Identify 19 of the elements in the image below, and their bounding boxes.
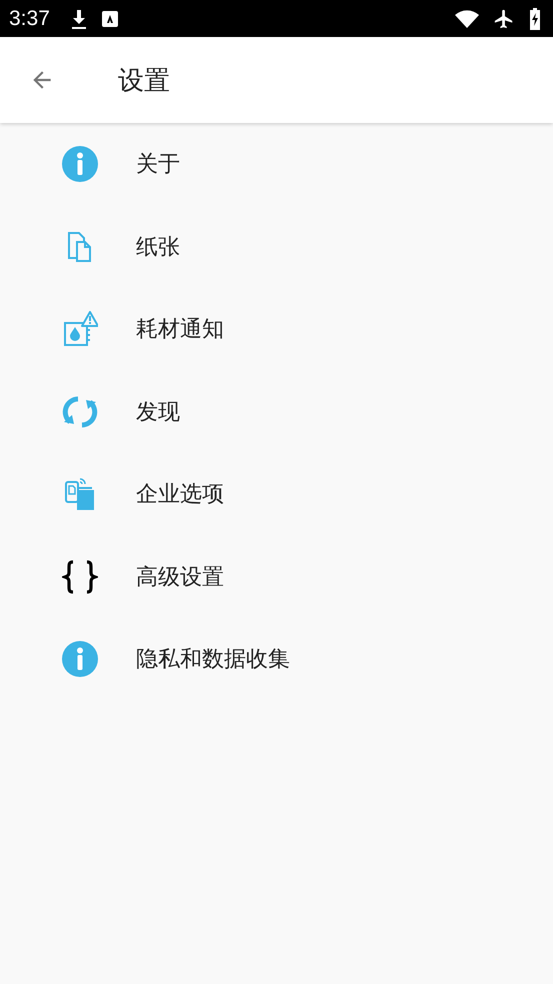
refresh-icon: [62, 394, 98, 430]
download-icon: [70, 8, 88, 30]
settings-item[interactable]: 发现: [0, 370, 553, 453]
settings-item[interactable]: 纸张: [0, 206, 553, 288]
info-icon: [62, 641, 98, 678]
settings-item[interactable]: 隐私和数据收集: [0, 618, 553, 700]
battery-icon: [529, 8, 541, 30]
braces-icon: [62, 558, 98, 595]
status-time: 3:37: [9, 6, 50, 30]
wifi-icon: [455, 10, 479, 28]
settings-item[interactable]: 高级设置: [0, 536, 553, 618]
settings-item[interactable]: 企业选项: [0, 453, 553, 536]
settings-item[interactable]: 关于: [0, 123, 553, 206]
settings-item[interactable]: 耗材通知: [0, 288, 553, 370]
keyboard-app-icon: [102, 10, 118, 26]
page-title: 设置: [118, 64, 170, 98]
info-icon: [62, 146, 98, 182]
ink-warning-icon: [62, 311, 98, 348]
airplane-icon: [493, 8, 515, 30]
